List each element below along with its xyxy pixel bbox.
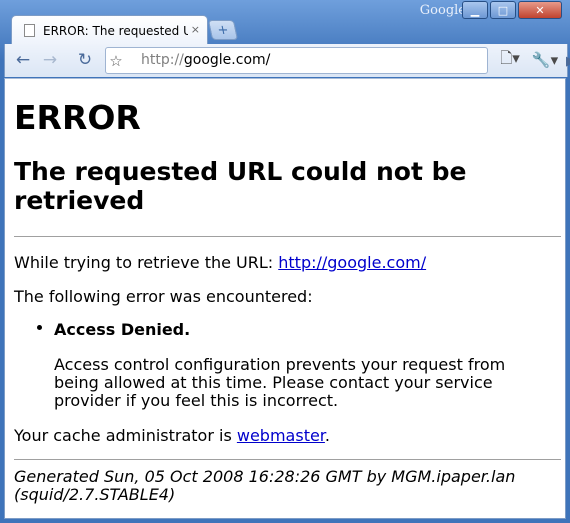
- minimize-button[interactable]: ▁: [462, 1, 488, 19]
- back-button[interactable]: ←: [11, 49, 35, 71]
- tab-error-page[interactable]: ERROR: The requested U... ×: [11, 15, 208, 45]
- trying-line: While trying to retrieve the URL: http:/…: [14, 253, 426, 272]
- admin-line: Your cache administrator is webmaster.: [14, 426, 330, 445]
- url-scheme: http://: [141, 52, 184, 68]
- url-text[interactable]: http://google.com/: [141, 52, 270, 68]
- error-title: Access Denied.: [54, 320, 191, 339]
- url-host: google.com/: [183, 52, 271, 68]
- tab-close-icon[interactable]: ×: [191, 23, 200, 36]
- webmaster-link[interactable]: webmaster: [237, 426, 325, 445]
- admin-text: Your cache administrator is: [14, 426, 237, 445]
- page-menu-button[interactable]: 🗋▾: [492, 49, 528, 71]
- new-tab-button[interactable]: +: [207, 20, 239, 40]
- encountered-text: The following error was encountered:: [14, 287, 313, 306]
- page-subtitle: The requested URL could not be retrieved: [14, 157, 467, 215]
- close-window-button[interactable]: ✕: [518, 1, 562, 19]
- page-title: ERROR: [14, 98, 141, 137]
- admin-period: .: [324, 426, 331, 445]
- reload-button[interactable]: ↻: [73, 49, 97, 71]
- forward-button[interactable]: →: [38, 49, 62, 71]
- page-content: ERROR The requested URL could not be ret…: [4, 78, 566, 519]
- tab-title: ERROR: The requested U...: [43, 23, 188, 38]
- divider: [14, 236, 561, 237]
- footer-text: Generated Sun, 05 Oct 2008 16:28:26 GMT …: [14, 467, 516, 504]
- page-icon: [24, 24, 35, 37]
- tools-menu-button[interactable]: 🔧▾: [527, 49, 563, 71]
- error-description: Access control configuration prevents yo…: [54, 355, 506, 410]
- requested-url-link[interactable]: http://google.com/: [278, 253, 426, 272]
- star-icon[interactable]: ☆: [104, 50, 128, 71]
- footer-divider: [14, 459, 561, 460]
- bullet-icon: [37, 325, 42, 330]
- toolbar: ← → ↻ ☆ http://google.com/ ▶ 🗋▾ 🔧▾: [4, 44, 570, 77]
- maximize-button[interactable]: □: [490, 1, 516, 19]
- browser-window: Google ▁ □ ✕ ERROR: The requested U... ×…: [0, 0, 570, 523]
- trying-text: While trying to retrieve the URL:: [14, 253, 279, 272]
- brand-label: Google: [419, 3, 466, 18]
- window-controls: ▁ □ ✕: [462, 1, 562, 19]
- address-bar[interactable]: ☆ http://google.com/ ▶: [104, 47, 570, 74]
